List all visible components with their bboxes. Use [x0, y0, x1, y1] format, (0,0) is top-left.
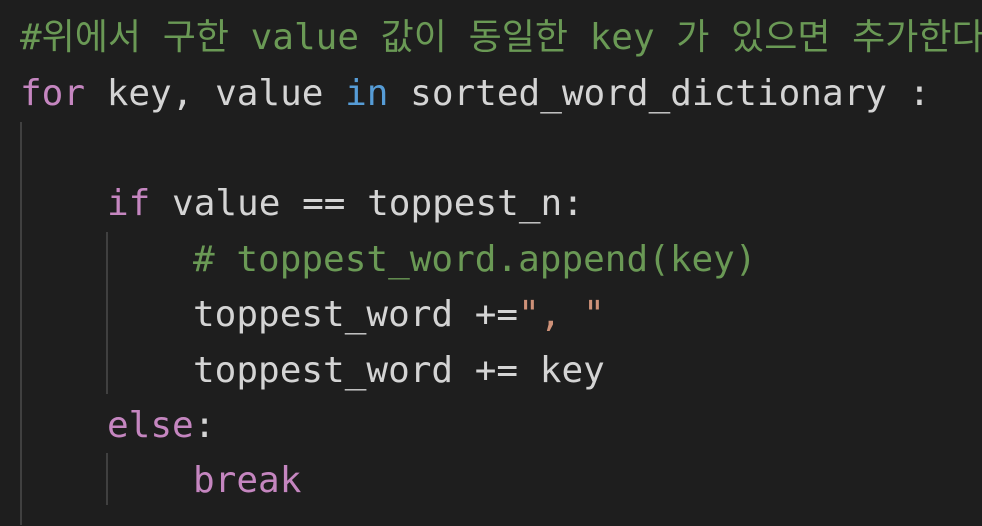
keyword-else: else [107, 405, 194, 446]
keyword-break: break [193, 460, 302, 501]
assignment-statement: toppest_word += key [193, 350, 605, 391]
iterable-expression: sorted_word_dictionary : [388, 73, 931, 114]
keyword-if: if [107, 183, 151, 224]
loop-variables: key, value [85, 73, 346, 114]
code-line-9[interactable]: break [20, 453, 301, 508]
if-condition: value == toppest_n: [150, 183, 584, 224]
code-line-1[interactable]: #위에서 구한 value 값이 동일한 key 가 있으면 추가한다 [20, 10, 982, 65]
code-line-6[interactable]: toppest_word +=", " [20, 287, 605, 342]
string-literal: ", " [518, 294, 605, 335]
assignment-lhs: toppest_word += [193, 294, 519, 335]
code-line-4[interactable]: if value == toppest_n: [20, 176, 584, 231]
keyword-for: for [20, 73, 86, 114]
code-line-7[interactable]: toppest_word += key [20, 343, 605, 398]
code-editor[interactable]: #위에서 구한 value 값이 동일한 key 가 있으면 추가한다 for … [0, 0, 982, 526]
colon: : [193, 405, 216, 446]
comment-text: #위에서 구한 value 값이 동일한 key 가 있으면 추가한다 [20, 17, 982, 58]
code-line-8[interactable]: else: [20, 398, 215, 453]
code-line-2[interactable]: for key, value in sorted_word_dictionary… [20, 66, 930, 121]
code-line-5[interactable]: # toppest_word.append(key) [20, 232, 757, 287]
keyword-in: in [345, 73, 389, 114]
comment-text: # toppest_word.append(key) [193, 239, 757, 280]
